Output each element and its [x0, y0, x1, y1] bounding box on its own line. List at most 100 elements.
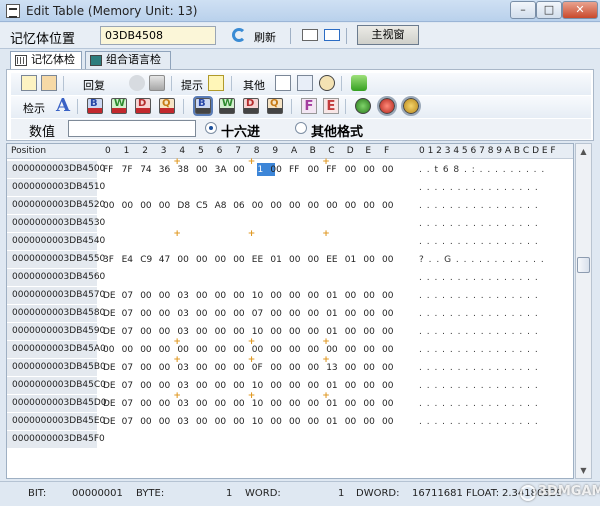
table-row[interactable]: 0000000003DB4580 DE 07 00 00 03 00 00 00 07 00 00 00… — [7, 305, 573, 323]
maximize-button[interactable]: □ — [536, 1, 562, 19]
dword-hex-icon[interactable]: D — [243, 98, 259, 114]
byte-cell[interactable]: 00 — [363, 327, 374, 337]
byte-cell[interactable]: 00 — [308, 363, 319, 373]
byte-cell[interactable]: 00 — [382, 327, 393, 337]
byte-cell[interactable]: 01 — [326, 309, 337, 319]
byte-cell[interactable]: 07 — [122, 363, 133, 373]
byte-cell[interactable]: 00 — [196, 255, 207, 265]
byte-cell[interactable]: 47 — [159, 255, 170, 265]
table-row[interactable]: 0000000003DB45F0 — [7, 431, 573, 449]
byte-cell[interactable]: 00 — [159, 399, 170, 409]
byte-cell[interactable]: 00 — [196, 381, 207, 391]
byte-cell[interactable]: 00 — [140, 327, 151, 337]
byte-cell[interactable]: 01 — [326, 381, 337, 391]
scroll-thumb[interactable] — [577, 257, 590, 273]
byte-cell[interactable]: 00 — [233, 165, 244, 175]
byte-cell[interactable]: DE — [103, 417, 116, 427]
monitor-icon[interactable] — [302, 29, 318, 41]
byte-cell[interactable]: 00 — [196, 291, 207, 301]
byte-cell[interactable]: 00 — [289, 417, 300, 427]
byte-cell[interactable]: 00 — [159, 201, 170, 211]
byte-cell[interactable]: 00 — [289, 399, 300, 409]
byte-cell[interactable]: 00 — [382, 417, 393, 427]
word-dec-icon[interactable]: W — [111, 98, 127, 114]
byte-cell[interactable]: 01 — [326, 327, 337, 337]
byte-cell[interactable]: 00 — [140, 363, 151, 373]
byte-cell[interactable]: 00 — [308, 399, 319, 409]
byte-cell[interactable]: 00 — [159, 309, 170, 319]
byte-cell[interactable]: 00 — [289, 201, 300, 211]
byte-cell[interactable]: 00 — [289, 381, 300, 391]
byte-cell[interactable]: 00 — [252, 201, 263, 211]
byte-cell[interactable]: EE — [326, 255, 337, 265]
byte-cell[interactable]: 01 — [345, 255, 356, 265]
byte-cell[interactable]: 00 — [233, 399, 244, 409]
byte-cell[interactable]: 00 — [382, 255, 393, 265]
other-label[interactable]: 其他 — [243, 77, 265, 93]
byte-cell[interactable]: 00 — [382, 363, 393, 373]
table-row[interactable]: 0000000003DB4540 . . . . . . . . . . . . … — [7, 229, 573, 251]
byte-cell[interactable]: 00 — [270, 345, 281, 355]
radio-other-format-label[interactable]: 其他格式 — [311, 121, 363, 140]
byte-cell[interactable]: 00 — [270, 417, 281, 427]
byte-cell[interactable]: 00 — [196, 399, 207, 409]
byte-cell[interactable]: 36 — [159, 165, 170, 175]
byte-cell[interactable]: 00 — [308, 381, 319, 391]
byte-cell[interactable]: 00 — [363, 417, 374, 427]
byte-cell[interactable]: 00 — [382, 165, 393, 175]
table-row[interactable]: 0000000003DB45A0 00 00 00 00 00 00 00 00 00 00 00 00… — [7, 337, 573, 359]
byte-cell[interactable]: 01 — [326, 291, 337, 301]
byte-cell[interactable]: 00 — [326, 201, 337, 211]
byte-cell[interactable]: 00 — [308, 165, 319, 175]
byte-cell[interactable]: 00 — [140, 201, 151, 211]
byte-cell[interactable]: 00 — [196, 165, 207, 175]
byte-cell[interactable]: 00 — [103, 345, 114, 355]
byte-cell[interactable]: 00 — [289, 255, 300, 265]
byte-cell[interactable]: 00 — [382, 201, 393, 211]
scroll-up-icon[interactable]: ▲ — [576, 144, 591, 159]
byte-cell[interactable]: DE — [103, 327, 116, 337]
byte-cell[interactable]: 07 — [122, 417, 133, 427]
word-hex-icon[interactable]: W — [219, 98, 235, 114]
byte-cell[interactable]: 74 — [140, 165, 151, 175]
byte-cell[interactable]: 00 — [140, 291, 151, 301]
table-row[interactable]: 0000000003DB4520 00 00 00 00 D8 C5 A8 06 00 00 00 00… — [7, 197, 573, 215]
byte-cell[interactable]: 00 — [289, 291, 300, 301]
byte-hex-icon[interactable]: B — [193, 96, 213, 116]
byte-cell[interactable]: 00 — [196, 345, 207, 355]
minimize-button[interactable]: – — [510, 1, 536, 19]
main-window-button[interactable]: 主视窗 — [357, 25, 419, 45]
value-input[interactable] — [68, 120, 196, 137]
byte-cell[interactable]: 10 — [252, 381, 263, 391]
byte-cell[interactable]: 00 — [215, 255, 226, 265]
byte-cell[interactable]: 01 — [270, 255, 281, 265]
byte-cell[interactable]: 07 — [252, 309, 263, 319]
byte-cell[interactable]: 00 — [140, 309, 151, 319]
tab-disassembly-view[interactable]: 组合语言检示 — [85, 51, 171, 82]
byte-cell[interactable]: 00 — [270, 327, 281, 337]
radio-hex-label[interactable]: 十六进 — [221, 121, 260, 140]
radio-other-format[interactable] — [295, 122, 307, 134]
byte-cell[interactable]: 00 — [345, 399, 356, 409]
table-row[interactable]: 0000000003DB45D0 DE 07 00 00 03 00 00 00 10 00 00 00… — [7, 391, 573, 413]
byte-cell[interactable]: 00 — [215, 399, 226, 409]
qword-hex-icon[interactable]: Q — [267, 98, 283, 114]
byte-cell[interactable]: 00 — [233, 291, 244, 301]
table-row[interactable]: 0000000003DB45B0 DE 07 00 00 03 00 00 00 0F 00 00 00… — [7, 355, 573, 377]
hex-grid[interactable]: Position 0123456789ABCDEF0 1 2 3 4 5 6 7… — [6, 143, 574, 479]
byte-cell[interactable]: 00 — [196, 417, 207, 427]
byte-cell[interactable]: 03 — [177, 381, 188, 391]
byte-cell[interactable]: 00 — [363, 399, 374, 409]
byte-cell[interactable]: 00 — [345, 345, 356, 355]
green-dot-icon[interactable] — [355, 98, 371, 114]
byte-cell[interactable]: 07 — [122, 381, 133, 391]
byte-cell[interactable]: 10 — [252, 417, 263, 427]
hint-icon[interactable] — [208, 75, 224, 91]
undo-icon[interactable] — [129, 75, 145, 91]
byte-cell[interactable]: DE — [103, 363, 116, 373]
byte-cell[interactable]: 06 — [233, 201, 244, 211]
byte-cell[interactable]: FF — [103, 165, 113, 175]
byte-cell[interactable]: 00 — [270, 399, 281, 409]
byte-cell[interactable]: 00 — [270, 201, 281, 211]
byte-dec-icon[interactable]: B — [87, 98, 103, 114]
